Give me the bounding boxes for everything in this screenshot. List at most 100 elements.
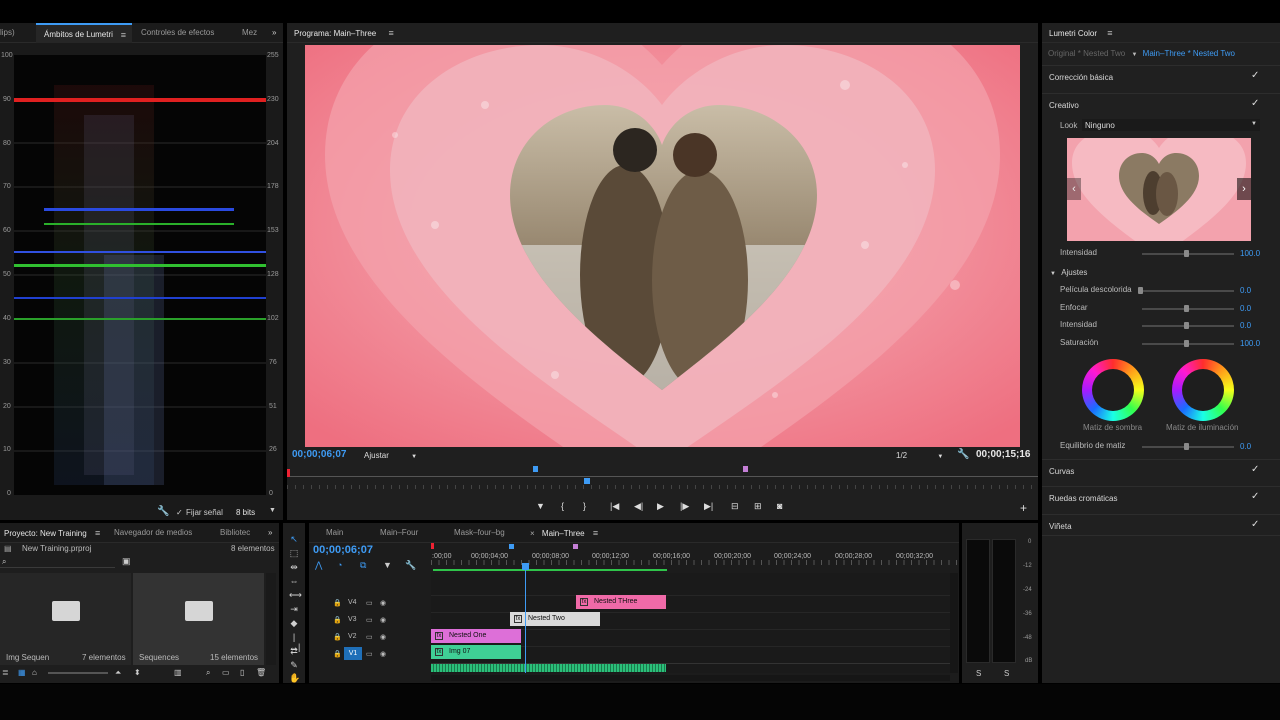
resolution-select[interactable]: 1/2 ▼	[896, 451, 943, 460]
intensity-value[interactable]: 100.0	[1240, 249, 1260, 258]
adjustment-slider-knob[interactable]	[1184, 305, 1189, 312]
clip-selector[interactable]: Original * Nested Two ▼ Main–Three * Nes…	[1048, 49, 1273, 61]
in-point-marker[interactable]	[431, 543, 434, 549]
marker-pink[interactable]	[573, 544, 578, 549]
intensity-slider-knob[interactable]	[1184, 250, 1189, 257]
wrench-icon[interactable]: 🔧	[957, 449, 969, 460]
tab-overflow-icon[interactable]: »	[268, 523, 272, 543]
panel-menu-icon[interactable]: ≡	[389, 28, 394, 38]
enable-checkbox[interactable]: ✓	[1251, 98, 1259, 109]
panel-menu-icon[interactable]: ≡	[95, 528, 100, 538]
source-clip-label[interactable]: Original * Nested Two	[1048, 49, 1125, 58]
new-item-icon[interactable]: ▯	[240, 668, 244, 677]
playhead-handle[interactable]	[522, 563, 529, 570]
look-select[interactable]: Ninguno ▼	[1082, 119, 1260, 131]
panel-menu-icon[interactable]: ≡	[121, 25, 126, 45]
timeline-clip[interactable]: fx Nested One	[431, 629, 521, 643]
enable-checkbox[interactable]: ✓	[1251, 464, 1259, 475]
marker-pink[interactable]	[743, 466, 748, 472]
bit-depth-select[interactable]: 8 bits	[236, 508, 255, 517]
camera-icon[interactable]: ◙	[777, 501, 782, 511]
tab-sequence-mask-four-bg[interactable]: Mask–four–bg	[454, 523, 505, 543]
pen-tool-icon[interactable]: ✎	[289, 660, 299, 670]
tab-sequence-main-three[interactable]: × Main–Three ≡	[530, 523, 598, 543]
tint-balance-slider-knob[interactable]	[1184, 443, 1189, 450]
eye-icon[interactable]: ◉	[380, 599, 386, 607]
tab-overflow-icon[interactable]: »	[272, 23, 276, 43]
clamp-signal-checkbox[interactable]: ✓	[176, 508, 183, 517]
tab-clips[interactable]: lips)	[0, 23, 15, 43]
enable-checkbox[interactable]: ✓	[1251, 519, 1259, 530]
tab-sequence-main[interactable]: Main	[326, 523, 343, 543]
film-icon[interactable]: ▭	[366, 616, 373, 624]
lock-icon[interactable]: 🔒	[333, 650, 342, 658]
audio-waveform[interactable]	[431, 664, 666, 672]
snap-icon[interactable]: ⋀	[315, 560, 322, 571]
icon-view-icon[interactable]: ▦	[18, 668, 26, 677]
tab-sequence-main-four[interactable]: Main–Four	[380, 523, 418, 543]
add-button-icon[interactable]: +	[1020, 501, 1027, 515]
slip-tool-icon[interactable]: |↔|	[289, 632, 300, 652]
bin-thumbnail[interactable]: Sequences 15 elementos	[133, 573, 264, 665]
track-name[interactable]: V3	[348, 616, 357, 623]
new-bin-icon[interactable]: ▭	[222, 668, 230, 677]
tab-project[interactable]: Proyecto: New Training ≡	[4, 523, 100, 543]
tab-lumetri-scopes[interactable]: Ámbitos de Lumetri ≡	[36, 23, 132, 43]
rolling-edit-tool-icon[interactable]: ⇔	[289, 576, 299, 586]
razor-blade-icon[interactable]: ◆	[289, 618, 299, 628]
track-name[interactable]: V4	[348, 599, 357, 606]
clear-icon[interactable]: 🗑	[256, 668, 266, 677]
tint-balance-value[interactable]: 0.0	[1240, 442, 1251, 451]
film-icon[interactable]: ▭	[366, 633, 373, 641]
nested-insert-icon[interactable]: ⧉	[360, 560, 366, 571]
eye-icon[interactable]: ◉	[380, 616, 386, 624]
wrench-icon[interactable]: 🔧	[157, 506, 169, 517]
linked-selection-icon[interactable]: ◔	[337, 560, 342, 570]
eye-icon[interactable]: ◉	[380, 633, 386, 641]
film-icon[interactable]: ▭	[366, 650, 373, 658]
adjustment-slider-track[interactable]	[1142, 290, 1234, 292]
marker-blue[interactable]	[584, 478, 590, 484]
play-icon[interactable]: ▶	[657, 501, 664, 512]
go-to-in-icon[interactable]: |◀	[610, 501, 619, 512]
section-basic-correction[interactable]: Corrección básica ✓	[1042, 65, 1280, 87]
rate-stretch-tool-icon[interactable]: ⟷	[289, 590, 302, 600]
new-bin-from-search-icon[interactable]: ▣	[122, 556, 131, 567]
fit-select[interactable]: Ajustar ▼	[364, 451, 417, 460]
track-name[interactable]: V2	[348, 633, 357, 640]
track-select-tool-icon[interactable]: ⬚	[289, 548, 299, 558]
panel-menu-icon[interactable]: ≡	[593, 528, 598, 538]
selection-tool-icon[interactable]: ↖	[289, 534, 299, 544]
tab-effect-controls[interactable]: Controles de efectos	[141, 23, 214, 43]
tab-mixer[interactable]: Mez	[242, 23, 257, 43]
timeline-clip[interactable]: fx Nested Two	[510, 612, 600, 626]
step-forward-icon[interactable]: |▶	[680, 501, 689, 512]
lift-icon[interactable]: ⊟	[731, 501, 739, 512]
section-vignette[interactable]: Viñeta ✓	[1042, 514, 1280, 536]
mark-out-icon[interactable]: }	[583, 501, 586, 511]
project-search-input[interactable]: ⌕	[0, 556, 115, 568]
solo-left-button[interactable]: S	[976, 669, 981, 678]
solo-right-button[interactable]: S	[1004, 669, 1009, 678]
film-icon[interactable]: ▭	[366, 599, 373, 607]
shadow-tint-wheel[interactable]	[1082, 359, 1144, 421]
eye-icon[interactable]: ◉	[380, 650, 386, 658]
tab-libraries[interactable]: Bibliotec	[220, 523, 250, 543]
adjustment-slider-knob[interactable]	[1184, 322, 1189, 329]
chevron-down-icon[interactable]: ▼	[269, 507, 276, 514]
section-curves[interactable]: Curvas ✓	[1042, 459, 1280, 481]
sort-icon[interactable]: ⏶	[115, 668, 121, 678]
tab-program[interactable]: Programa: Main–Three ≡	[294, 23, 394, 43]
work-area-bar[interactable]	[433, 569, 667, 571]
previous-look-button[interactable]: ‹	[1067, 178, 1081, 200]
active-clip-label[interactable]: Main–Three * Nested Two	[1143, 49, 1235, 58]
timeline-vertical-scrollbar[interactable]	[950, 573, 958, 673]
ripple-edit-tool-icon[interactable]: ⇹	[289, 562, 299, 572]
timeline-clip[interactable]: fx Nested THree	[576, 595, 666, 609]
adjustments-toggle[interactable]: ▼ Ajustes	[1050, 268, 1087, 277]
close-icon[interactable]: ×	[530, 529, 535, 538]
tab-lumetri-color[interactable]: Lumetri Color ≡	[1049, 23, 1113, 43]
project-scrollbar[interactable]	[266, 573, 276, 665]
section-color-wheels[interactable]: Ruedas cromáticas ✓	[1042, 486, 1280, 508]
timeline-clip[interactable]: fx Img 07	[431, 645, 521, 659]
